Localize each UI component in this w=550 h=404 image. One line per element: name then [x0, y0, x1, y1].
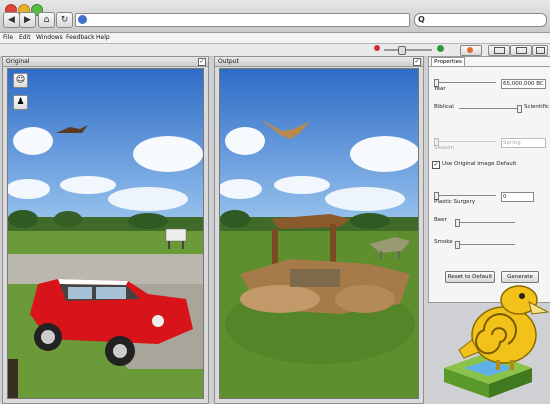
use-original-label: Use Original Image Default — [442, 161, 517, 167]
person-icon: ☺ — [15, 75, 26, 85]
zoom-slider-knob[interactable] — [398, 46, 406, 55]
zoom-slider[interactable] — [384, 46, 432, 55]
menu-feedback[interactable]: Feedback — [66, 33, 95, 43]
forward-button[interactable]: ▶ — [19, 12, 36, 28]
use-original-checkbox[interactable]: ✓ — [432, 161, 440, 169]
browser-toolbar: ◀ ▶ ⌂ ↻ Q — [0, 0, 550, 33]
walk-tool-button[interactable]: ♟ — [13, 95, 28, 110]
split-view-button[interactable] — [510, 45, 532, 56]
compare-view-button[interactable] — [488, 45, 510, 56]
tab-divider — [429, 66, 550, 67]
app-window: ◀ ▶ ⌂ ↻ Q File Edit Windows Feedback Hel… — [0, 0, 550, 404]
check-icon: ✓ — [433, 161, 439, 168]
zoom-in-icon[interactable] — [437, 45, 444, 52]
menu-help[interactable]: Help — [96, 33, 110, 43]
year-slider[interactable] — [434, 79, 496, 87]
season-label: Season — [434, 145, 454, 151]
plastic-surgery-label: Plastic Surgery — [434, 199, 476, 205]
original-title-text: Original — [6, 58, 30, 65]
biblical-label: Biblical — [434, 104, 454, 110]
biblical-scientific-knob[interactable] — [517, 105, 522, 113]
beer-label: Beer — [434, 217, 447, 223]
search-field[interactable]: Q — [414, 13, 547, 27]
properties-tab-label: Properties — [434, 59, 462, 65]
plastic-surgery-slider[interactable] — [434, 192, 496, 200]
menu-edit[interactable]: Edit — [19, 33, 31, 43]
year-input[interactable]: 65,000,000 BC — [501, 79, 546, 89]
original-panel: Original ✓ ☺ ♟ — [2, 56, 209, 404]
zoom-out-icon[interactable] — [374, 45, 380, 51]
back-button[interactable]: ◀ — [3, 12, 20, 28]
smoke-slider[interactable] — [455, 241, 515, 249]
season-input[interactable]: Spring — [501, 138, 546, 148]
fullscreen-button[interactable] — [532, 45, 548, 56]
person-tool-button[interactable]: ☺ — [13, 73, 28, 88]
output-panel: Output ✓ — [214, 56, 424, 404]
search-icon: Q — [418, 15, 425, 24]
smoke-slider-knob[interactable] — [455, 241, 460, 249]
original-panel-checkbox[interactable]: ✓ — [198, 58, 206, 66]
globe-icon — [78, 15, 87, 24]
palette-icon — [467, 47, 473, 53]
address-bar[interactable] — [75, 13, 410, 27]
beer-slider-knob[interactable] — [455, 219, 460, 227]
dodo-logo — [444, 285, 549, 398]
season-slider[interactable] — [434, 138, 496, 146]
reload-button[interactable]: ↻ — [56, 12, 73, 28]
forward-icon: ▶ — [24, 15, 31, 25]
menu-windows[interactable]: Windows — [36, 33, 63, 43]
window-icon — [516, 47, 527, 54]
check-icon: ✓ — [199, 58, 205, 65]
output-panel-title: Output ✓ — [215, 57, 423, 67]
output-title-text: Output — [218, 58, 239, 65]
plastic-surgery-input[interactable]: 0 — [501, 192, 534, 202]
home-button[interactable]: ⌂ — [38, 12, 55, 28]
scientific-label: Scientific — [524, 104, 550, 110]
check-icon: ✓ — [414, 58, 420, 65]
year-label: Year — [434, 86, 446, 92]
window-icon — [494, 47, 505, 54]
menu-bar: File Edit Windows Feedback Help — [0, 33, 550, 44]
expand-icon — [536, 47, 545, 54]
walking-icon: ♟ — [16, 97, 25, 107]
color-picker-button[interactable] — [460, 45, 482, 56]
original-panel-title: Original ✓ — [3, 57, 208, 67]
properties-panel: Properties Year 65,000,000 BC Biblical S… — [428, 56, 550, 303]
output-panel-checkbox[interactable]: ✓ — [413, 58, 421, 66]
reload-icon: ↻ — [60, 15, 69, 25]
back-icon: ◀ — [8, 15, 15, 25]
beer-slider[interactable] — [455, 219, 515, 227]
output-image — [219, 68, 419, 399]
smoke-label: Smoke — [434, 239, 453, 245]
home-icon: ⌂ — [43, 15, 50, 25]
menu-file[interactable]: File — [3, 33, 13, 43]
biblical-scientific-slider[interactable] — [459, 105, 522, 113]
original-image — [7, 68, 204, 399]
